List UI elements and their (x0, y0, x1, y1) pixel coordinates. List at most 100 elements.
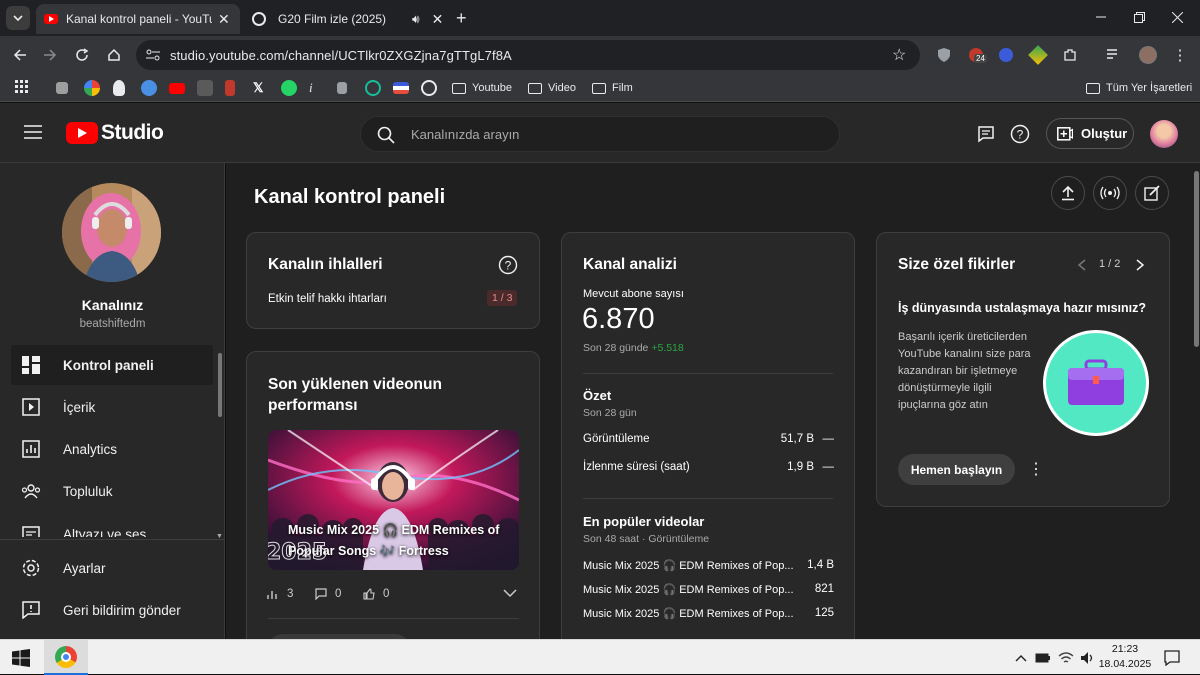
recent-video-card: Son yüklenen videonun performansı Music … (246, 351, 540, 639)
create-video-icon (1057, 126, 1073, 141)
flag-bookmark-icon[interactable] (393, 82, 409, 94)
sidebar-scrollbar[interactable] (218, 353, 222, 417)
browser-toolbar: studio.youtube.com/channel/UCTlkr0ZXGZjn… (0, 36, 1200, 74)
strikes-badge: 1 / 3 (487, 290, 518, 306)
tab-close-icon[interactable]: ✕ (432, 11, 444, 28)
copyright-strikes-label: Etkin telif hakkı ihtarları (268, 293, 387, 305)
help-icon[interactable]: ? (498, 255, 518, 275)
bookmark-site-icon[interactable] (225, 80, 235, 96)
wifi-icon[interactable] (1058, 650, 1074, 666)
page-scrollbar[interactable] (1194, 171, 1199, 347)
site-info-icon[interactable] (144, 47, 162, 63)
bookmark-site-icon[interactable] (337, 82, 347, 94)
whatsapp-icon[interactable] (281, 80, 297, 96)
sidebar-item-feedback[interactable]: Geri bildirim gönder (11, 590, 213, 630)
watch-time-value: 1,9 B (787, 461, 814, 473)
expand-chevron-icon[interactable] (503, 588, 517, 598)
extension-badge-icon[interactable]: 24 (966, 45, 987, 65)
chat-bookmark-icon[interactable] (365, 80, 381, 96)
bookmark-folder-youtube[interactable]: Youtube (452, 80, 512, 96)
previous-idea-icon[interactable] (1077, 259, 1087, 271)
cursor-extension-icon[interactable] (996, 45, 1016, 65)
browser-menu-icon[interactable]: ⋮ (1170, 45, 1190, 65)
bird-icon[interactable] (141, 80, 157, 96)
more-options-icon[interactable]: ⋮ (1028, 459, 1044, 479)
shield-extension-icon[interactable] (934, 45, 954, 65)
top-video-title[interactable]: Music Mix 2025 🎧 EDM Remixes of Pop... (583, 607, 803, 620)
youtube-bookmark-icon[interactable] (169, 83, 185, 94)
ideas-pager: 1 / 2 (1099, 258, 1121, 270)
tab-film[interactable]: G20 Film izle (2025) 🔊︎ ✕ (244, 4, 446, 34)
next-idea-icon[interactable] (1135, 259, 1145, 271)
clock-time[interactable]: 21:23 (1100, 643, 1150, 655)
google-icon[interactable] (84, 80, 100, 96)
film-favicon-icon (252, 12, 266, 26)
edit-icon (1144, 185, 1160, 201)
sidebar-item-content[interactable]: İçerik (11, 387, 213, 427)
studio-logo[interactable]: Studio (66, 121, 164, 145)
extensions-puzzle-icon[interactable] (1060, 45, 1080, 65)
sidebar-item-subtitles[interactable]: Altyazı ve ses (11, 513, 213, 537)
show-hidden-icons-icon[interactable] (1013, 650, 1029, 666)
views-stat: 3 (267, 588, 293, 600)
tab-close-icon[interactable]: ✕ (218, 11, 230, 28)
apps-grid-icon[interactable] (15, 80, 31, 96)
channel-avatar[interactable] (62, 183, 161, 282)
subtitles-icon (21, 523, 41, 537)
upload-button[interactable] (1051, 176, 1085, 210)
divider (583, 373, 833, 374)
bookmark-site-icon[interactable] (56, 82, 68, 94)
x-icon[interactable]: 𝕏 (253, 80, 269, 96)
new-tab-button[interactable]: + (456, 8, 467, 29)
bookmark-folder-film[interactable]: Film (592, 80, 633, 96)
go-live-button[interactable] (1093, 176, 1127, 210)
feedback-comment-icon[interactable] (974, 122, 998, 146)
close-window-button[interactable] (1154, 0, 1200, 34)
audio-playing-icon[interactable]: 🔊︎ (412, 12, 420, 27)
create-button[interactable]: Oluştur (1046, 118, 1134, 149)
idea-heading: İş dünyasında ustalaşmaya hazır mısınız? (898, 301, 1147, 315)
bookmark-star-icon[interactable]: ☆ (892, 45, 906, 65)
openai-icon[interactable] (421, 80, 437, 96)
get-started-button[interactable]: Hemen başlayın (898, 454, 1015, 485)
top-video-title[interactable]: Music Mix 2025 🎧 EDM Remixes of Pop... (583, 559, 803, 572)
reload-button[interactable] (68, 41, 96, 69)
help-icon[interactable]: ? (1008, 122, 1032, 146)
address-bar[interactable]: studio.youtube.com/channel/UCTlkr0ZXGZjn… (136, 40, 920, 70)
top-video-title[interactable]: Music Mix 2025 🎧 EDM Remixes of Pop... (583, 583, 803, 596)
sidebar-item-analytics[interactable]: Analytics (11, 429, 213, 469)
notifications-icon[interactable] (1164, 650, 1180, 666)
clock-date[interactable]: 18.04.2025 (1098, 658, 1152, 670)
tab-studio[interactable]: Kanal kontrol paneli - YouTube ✕ (36, 4, 240, 34)
all-bookmarks[interactable]: Tüm Yer İşaretleri (1086, 80, 1192, 96)
sidebar-item-settings[interactable]: Ayarlar (11, 548, 213, 588)
info-bookmark-icon[interactable]: i (309, 80, 325, 96)
profile-avatar[interactable] (1138, 45, 1158, 65)
sidebar-item-community[interactable]: Topluluk (11, 471, 213, 511)
media-queue-icon[interactable] (1104, 45, 1124, 65)
back-button[interactable] (6, 41, 34, 69)
forward-button[interactable] (36, 41, 64, 69)
chrome-taskbar-icon[interactable] (44, 640, 88, 675)
channel-heading: Kanalınız (81, 297, 144, 313)
bookmark-folder-video[interactable]: Video (528, 80, 576, 96)
battery-icon[interactable] (1035, 650, 1051, 666)
likes-stat: 0 (363, 588, 389, 600)
subscribers-value: 6.870 (582, 303, 655, 335)
account-avatar[interactable] (1150, 120, 1178, 148)
create-post-button[interactable] (1135, 176, 1169, 210)
folder-icon (592, 82, 606, 94)
hamburger-menu-icon[interactable] (24, 125, 42, 139)
svg-text:?: ? (505, 259, 512, 273)
cat-icon[interactable] (113, 80, 125, 96)
search-input[interactable]: Kanalınızda arayın (360, 116, 840, 152)
windows-start-icon[interactable] (12, 649, 30, 667)
volume-icon[interactable] (1080, 650, 1096, 666)
sidebar-item-dashboard[interactable]: Kontrol paneli (11, 345, 213, 385)
channel-handle: beatshiftedm (79, 318, 146, 330)
leaf-extension-icon[interactable] (1028, 45, 1048, 65)
video-thumbnail[interactable]: Music Mix 2025 🎧 EDM Remixes of Popular … (268, 430, 519, 570)
media-bookmark-icon[interactable] (197, 80, 213, 96)
home-button[interactable] (100, 41, 128, 69)
tab-search-button[interactable] (6, 6, 30, 30)
